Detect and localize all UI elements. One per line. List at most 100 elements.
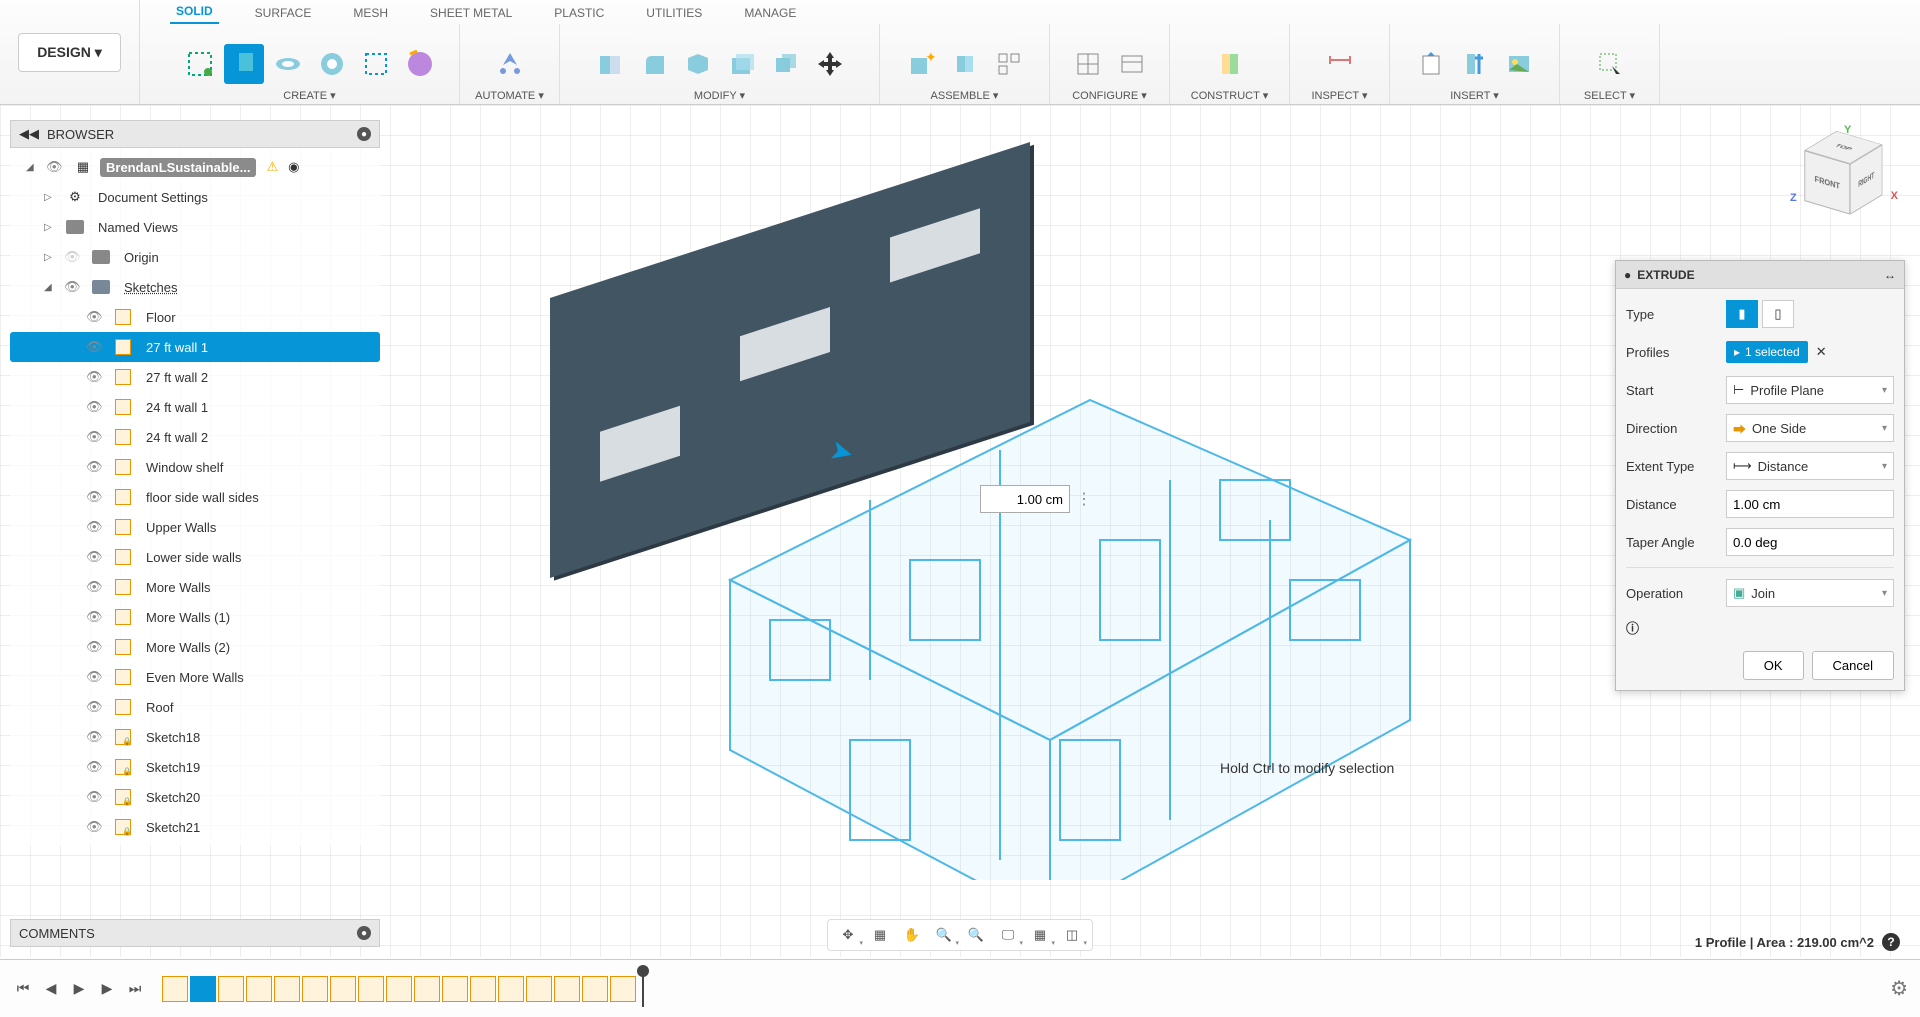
- view-cube[interactable]: FRONT RIGHT TOP Y X Z: [1800, 130, 1890, 220]
- create-sketch-icon[interactable]: [180, 44, 220, 84]
- clear-selection-icon[interactable]: ✕: [1816, 344, 1827, 360]
- move-icon[interactable]: [810, 44, 850, 84]
- info-icon[interactable]: ⓘ: [1626, 621, 1639, 636]
- visibility-icon[interactable]: 👁: [86, 309, 106, 325]
- timeline-feature-item[interactable]: [526, 976, 552, 1002]
- tab-sheet-metal[interactable]: SHEET METAL: [424, 2, 518, 24]
- visibility-icon[interactable]: 👁: [46, 159, 66, 175]
- fillet-icon[interactable]: [634, 44, 674, 84]
- tree-sketch-item[interactable]: 👁 Even More Walls: [10, 662, 380, 692]
- radio-icon[interactable]: ◉: [288, 159, 299, 175]
- tree-sketch-item[interactable]: 👁 Floor: [10, 302, 380, 332]
- insert-mesh-icon[interactable]: [1455, 44, 1495, 84]
- tree-item-doc-settings[interactable]: ▷ ⚙ Document Settings: [10, 182, 380, 212]
- extrude-dialog-header[interactable]: ● EXTRUDE ↔: [1616, 261, 1904, 289]
- timeline-feature-item[interactable]: [414, 976, 440, 1002]
- timeline-feature-item[interactable]: [246, 976, 272, 1002]
- timeline-feature-item[interactable]: [218, 976, 244, 1002]
- visibility-icon[interactable]: 👁: [86, 699, 106, 715]
- visibility-icon[interactable]: 👁: [86, 669, 106, 685]
- timeline-feature-item[interactable]: [610, 976, 636, 1002]
- tab-surface[interactable]: SURFACE: [249, 2, 318, 24]
- expand-icon[interactable]: ↔: [1884, 268, 1896, 282]
- viewport-layout-icon[interactable]: ◫▾: [1058, 922, 1086, 948]
- pan-icon[interactable]: ✋: [898, 922, 926, 948]
- timeline-feature-item[interactable]: [386, 976, 412, 1002]
- visibility-icon[interactable]: 👁: [86, 639, 106, 655]
- tree-expand-icon[interactable]: ▷: [44, 192, 58, 203]
- tree-expand-icon[interactable]: ▷: [44, 222, 58, 233]
- visibility-icon[interactable]: 👁: [86, 459, 106, 475]
- browser-header[interactable]: ◀◀ BROWSER ●: [10, 120, 380, 148]
- workspace-switcher[interactable]: DESIGN ▾: [0, 0, 140, 104]
- cancel-button[interactable]: Cancel: [1812, 651, 1894, 680]
- automate-icon[interactable]: [490, 44, 530, 84]
- tree-item-named-views[interactable]: ▷ Named Views: [10, 212, 380, 242]
- joint-origin-icon[interactable]: [989, 44, 1029, 84]
- visibility-icon[interactable]: 👁: [86, 399, 106, 415]
- tree-sketch-item[interactable]: 👁 Upper Walls: [10, 512, 380, 542]
- tab-solid[interactable]: SOLID: [170, 0, 219, 24]
- timeline-settings-gear-icon[interactable]: ⚙: [1890, 976, 1908, 1001]
- tab-utilities[interactable]: UTILITIES: [640, 2, 708, 24]
- display-settings-icon[interactable]: 🖵▾: [994, 922, 1022, 948]
- timeline-feature-item[interactable]: [302, 976, 328, 1002]
- visibility-icon[interactable]: 👁: [86, 789, 106, 805]
- orbit-icon[interactable]: ✥▾: [834, 922, 862, 948]
- timeline-feature-item[interactable]: [190, 976, 216, 1002]
- timeline-next-icon[interactable]: ▶: [96, 978, 118, 1000]
- distance-input[interactable]: [1726, 490, 1894, 518]
- operation-select[interactable]: ▣Join▾: [1726, 579, 1894, 607]
- visibility-off-icon[interactable]: 👁: [64, 249, 84, 265]
- configure-icon[interactable]: [1068, 44, 1108, 84]
- tree-sketch-item[interactable]: 👁 Lower side walls: [10, 542, 380, 572]
- visibility-icon[interactable]: 👁: [86, 729, 106, 745]
- ok-button[interactable]: OK: [1743, 651, 1804, 680]
- visibility-icon[interactable]: 👁: [86, 339, 106, 355]
- construct-icon[interactable]: [1210, 44, 1250, 84]
- visibility-icon[interactable]: 👁: [86, 579, 106, 595]
- joint-icon[interactable]: [945, 44, 985, 84]
- zoom-icon[interactable]: 🔍▾: [930, 922, 958, 948]
- tree-collapse-icon[interactable]: ◢: [26, 162, 40, 173]
- extrude-type-thin-button[interactable]: ▯: [1762, 300, 1794, 328]
- collapse-left-icon[interactable]: ◀◀: [19, 126, 39, 142]
- visibility-icon[interactable]: 👁: [64, 279, 84, 295]
- timeline-feature-item[interactable]: [162, 976, 188, 1002]
- tree-sketch-item[interactable]: 👁 Sketch18: [10, 722, 380, 752]
- visibility-icon[interactable]: 👁: [86, 549, 106, 565]
- fit-icon[interactable]: 🔍: [962, 922, 990, 948]
- model-3d[interactable]: ➤ ⋮ Hold Ctrl to modify selection: [520, 180, 1420, 880]
- tree-doc-root[interactable]: ◢ 👁 ▦ BrendanLSustainable... ⚠ ◉: [10, 152, 380, 182]
- tree-sketch-item[interactable]: 👁 27 ft wall 1: [10, 332, 380, 362]
- timeline-feature-item[interactable]: [554, 976, 580, 1002]
- profiles-selected-chip[interactable]: ▸ 1 selected: [1726, 341, 1808, 363]
- tree-sketch-item[interactable]: 👁 Sketch21: [10, 812, 380, 842]
- tab-plastic[interactable]: PLASTIC: [548, 2, 610, 24]
- visibility-icon[interactable]: 👁: [86, 369, 106, 385]
- timeline-end-icon[interactable]: ⏭: [124, 978, 146, 1000]
- tree-sketch-item[interactable]: 👁 Sketch19: [10, 752, 380, 782]
- select-icon[interactable]: [1590, 44, 1630, 84]
- visibility-icon[interactable]: 👁: [86, 519, 106, 535]
- collapse-dot-icon[interactable]: ●: [357, 127, 371, 141]
- look-at-icon[interactable]: ▦: [866, 922, 894, 948]
- combine-icon[interactable]: [766, 44, 806, 84]
- grid-settings-icon[interactable]: ▦▾: [1026, 922, 1054, 948]
- manage-config-icon[interactable]: [1112, 44, 1152, 84]
- tab-manage[interactable]: MANAGE: [738, 2, 802, 24]
- tree-sketch-item[interactable]: 👁 24 ft wall 1: [10, 392, 380, 422]
- visibility-icon[interactable]: 👁: [86, 819, 106, 835]
- timeline-feature-item[interactable]: [274, 976, 300, 1002]
- tree-sketch-item[interactable]: 👁 Roof: [10, 692, 380, 722]
- more-options-icon[interactable]: ⋮: [1076, 489, 1092, 509]
- box-tool-icon[interactable]: [356, 44, 396, 84]
- timeline-feature-item[interactable]: [358, 976, 384, 1002]
- visibility-icon[interactable]: 👁: [86, 759, 106, 775]
- visibility-icon[interactable]: 👁: [86, 609, 106, 625]
- press-pull-icon[interactable]: [590, 44, 630, 84]
- comments-panel-header[interactable]: COMMENTS ●: [10, 919, 380, 947]
- tree-sketch-item[interactable]: 👁 More Walls (2): [10, 632, 380, 662]
- tree-sketch-item[interactable]: 👁 24 ft wall 2: [10, 422, 380, 452]
- direction-select[interactable]: ⮕One Side▾: [1726, 414, 1894, 442]
